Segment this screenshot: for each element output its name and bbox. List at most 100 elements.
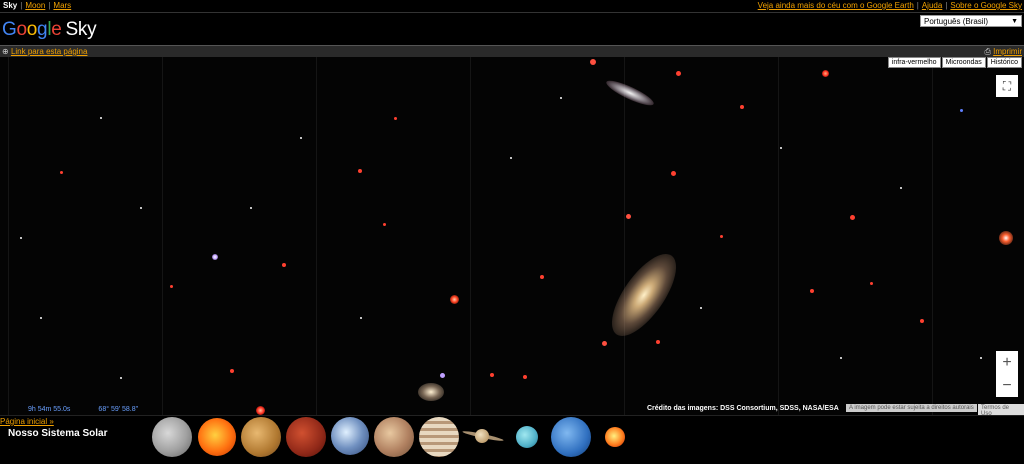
star [676,71,681,76]
nav-mars[interactable]: Mars [53,1,71,10]
star [920,319,924,323]
grid-line [162,57,163,415]
galaxy-small [418,383,444,401]
star [394,117,397,120]
grid-line [932,57,933,415]
star [850,215,855,220]
star [740,105,744,109]
star [120,377,122,379]
venus-thumbnail[interactable] [286,417,326,457]
google-sky-logo[interactable]: Google Sky [2,19,97,41]
star [440,373,445,378]
star [590,59,596,65]
logo-google: Google [2,19,62,40]
star [300,137,302,139]
star [20,237,22,239]
link-to-page[interactable]: Link para esta página [11,47,88,56]
logo-sky: Sky [65,19,97,40]
star [980,357,982,359]
help-link[interactable]: Ajuda [922,1,942,10]
star [212,254,218,260]
star [170,285,173,288]
zoom-in-button[interactable]: + [996,351,1018,374]
star [822,70,829,77]
neptune-thumbnail[interactable] [551,417,591,457]
moon-thumbnail[interactable] [152,417,192,457]
star [810,289,814,293]
star [40,317,42,319]
grid-line [316,57,317,415]
star [870,282,873,285]
star [250,207,252,209]
star [671,171,676,176]
print-link[interactable]: Imprimir [993,47,1022,56]
top-nav: Sky | Moon | Mars Veja ainda mais do céu com… [3,1,1022,10]
dropdown-arrow-icon: ▼ [1011,18,1018,25]
infrared-button[interactable]: infra-vermelho [887,57,941,68]
star [700,307,702,309]
rights-notice: A imagem pode estar sujeita a direitos a… [846,404,977,412]
star [140,207,142,209]
star [360,317,362,319]
star [780,147,782,149]
star [626,214,631,219]
zoom-out-button[interactable]: − [996,374,1018,397]
star [383,223,386,226]
star [999,231,1013,245]
star [450,295,459,304]
grid-line [8,57,9,415]
link-icon: ⊕ [2,47,9,56]
google-earth-link[interactable]: Veja ainda mais do céu com o Google Eart… [758,1,914,10]
about-link[interactable]: Sobre o Google Sky [950,1,1022,10]
star [602,341,607,346]
star [256,406,265,415]
nav-moon[interactable]: Moon [25,1,45,10]
galaxy-m82 [603,76,657,110]
star [230,369,234,373]
star [100,117,102,119]
solar-system-bar: Página inicial » Nosso Sistema Solar [0,415,1024,464]
sun-thumbnail[interactable] [198,418,236,456]
microwave-button[interactable]: Microondas [941,57,986,68]
sky-map[interactable]: infra-vermelho Microondas Histórico ⛶ + − … [0,57,1024,415]
star [720,235,723,238]
terms-link[interactable]: Termos de Uso [978,404,1024,415]
star [540,275,544,279]
star [840,357,842,359]
star [656,340,660,344]
pluto-thumbnail[interactable] [605,427,625,447]
grid-line [624,57,625,415]
galaxy-m81 [577,228,711,362]
grid-line [470,57,471,415]
jupiter-thumbnail[interactable] [419,417,459,457]
grid-line [778,57,779,415]
saturn-thumbnail[interactable] [462,428,504,444]
language-select[interactable]: Português (Brasil) ▼ [920,15,1022,27]
historical-button[interactable]: Histórico [986,57,1022,68]
star [358,169,362,173]
solar-system-title: Nosso Sistema Solar [8,428,108,439]
header: Google Sky Português (Brasil) ▼ [0,12,1024,45]
printer-icon[interactable]: ⎙ [984,47,990,56]
zoom-control: + − [996,351,1018,397]
star [510,157,512,159]
mars-thumbnail[interactable] [374,417,414,457]
earth-thumbnail[interactable] [331,417,369,455]
layer-buttons: infra-vermelho Microondas Histórico [887,57,1022,68]
uranus-thumbnail[interactable] [516,426,538,448]
star [60,171,63,174]
imagery-credits: Crédito das imagens: DSS Consortium, SDS… [647,405,839,412]
mercury-thumbnail[interactable] [241,417,281,457]
star [490,373,494,377]
home-link[interactable]: Página inicial » [0,417,54,426]
language-selected: Português (Brasil) [924,17,989,26]
star [900,187,902,189]
coordinates: 9h 54m 55.0s 68° 59' 58.8" [28,406,166,413]
right-ascension: 9h 54m 55.0s [28,406,71,413]
star [282,263,286,267]
declination: 68° 59' 58.8" [98,406,139,413]
star [523,375,527,379]
star [960,109,963,112]
fullscreen-icon[interactable]: ⛶ [996,75,1018,97]
star [560,97,562,99]
